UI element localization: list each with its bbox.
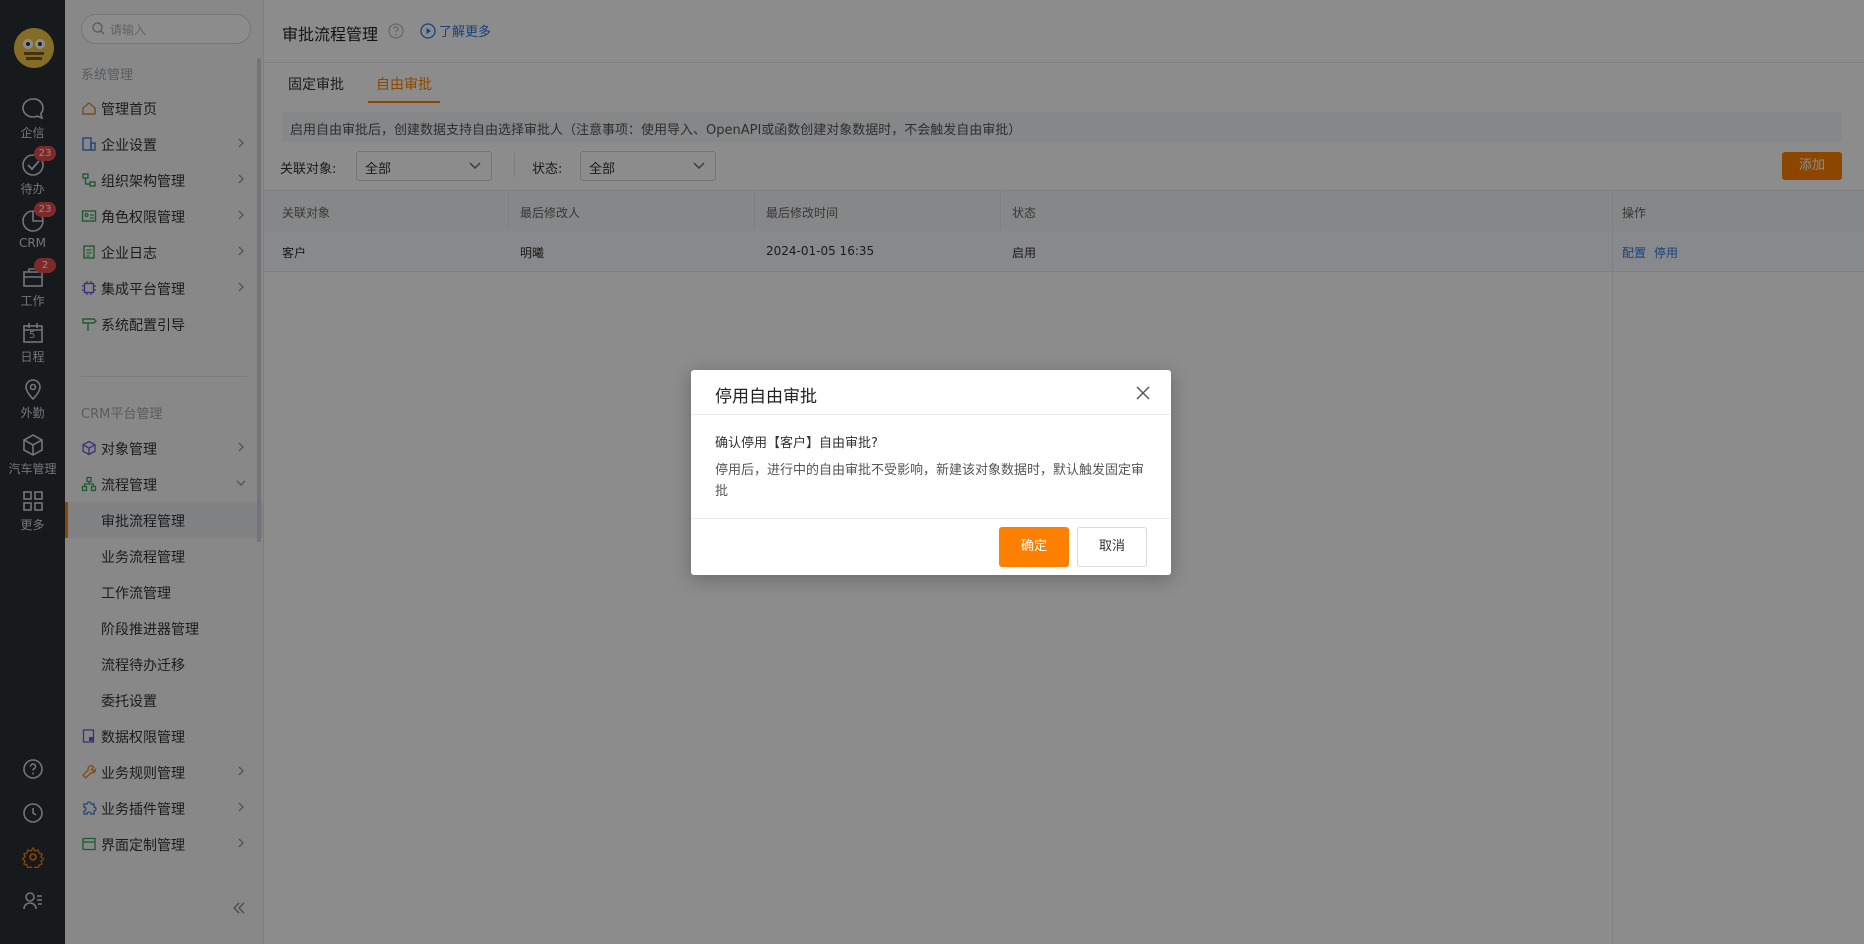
close-icon[interactable] [1134,384,1152,402]
dialog-title: 停用自由审批 [715,387,817,407]
dialog-footer-divider [691,518,1171,519]
confirm-button[interactable]: 确定 [999,527,1069,567]
dialog-header-divider [691,414,1171,415]
disable-free-approval-dialog: 停用自由审批 确认停用【客户】自由审批? 停用后，进行中的自由审批不受影响，新建… [691,370,1171,575]
cancel-button[interactable]: 取消 [1077,527,1147,567]
app-window: 企信 23 待办 23 CRM 2 工作 5 日程 外勤 汽车管理 更多 请输入… [0,0,1864,944]
dialog-question: 确认停用【客户】自由审批? [715,436,878,451]
dialog-description: 停用后，进行中的自由审批不受影响，新建该对象数据时，默认触发固定审批 [715,463,1145,499]
